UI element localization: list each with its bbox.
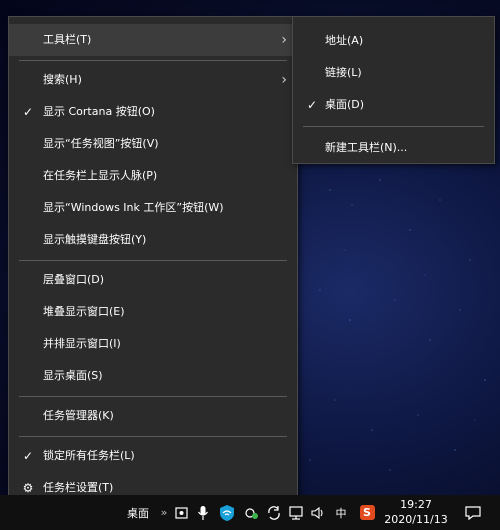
menu-separator (19, 395, 287, 397)
submenu-item-new-toolbar[interactable]: 新建工具栏(N)... (293, 132, 494, 164)
menu-item-label: 层叠窗口(D) (43, 273, 105, 286)
ime-s-glyph: S (359, 505, 375, 520)
menu-item-label: 锁定所有任务栏(L) (43, 449, 135, 462)
network-glyph (289, 505, 303, 520)
menu-item-show-ink[interactable]: 显示“Windows Ink 工作区”按钮(W) (9, 192, 297, 224)
menu-item-show-touch-keyboard[interactable]: 显示触摸键盘按钮(Y) (9, 224, 297, 256)
clock-date: 2020/11/13 (384, 513, 448, 526)
menu-item-label: 显示 Cortana 按钮(O) (43, 105, 155, 118)
toolbars-submenu: 地址(A) 链接(L) ✓ 桌面(D) 新建工具栏(N)... (292, 16, 495, 164)
chevron-right-icon: › (281, 72, 287, 88)
menu-item-label: 并排显示窗口(I) (43, 337, 121, 350)
menu-item-label: 新建工具栏(N)... (325, 141, 408, 154)
notification-icon (465, 505, 481, 520)
ime-brand-icon[interactable]: S (356, 495, 378, 530)
menu-item-show-people[interactable]: 在任务栏上显示人脉(P) (9, 160, 297, 192)
menu-separator (19, 435, 287, 437)
desktop-toolbar[interactable]: 桌面 (118, 495, 158, 530)
menu-item-label: 任务管理器(K) (43, 409, 114, 422)
update-glyph (268, 505, 280, 520)
menu-separator (19, 259, 287, 261)
menu-item-label: 显示触摸键盘按钮(Y) (43, 233, 147, 246)
tray-app-icon[interactable] (172, 495, 192, 530)
taskbar: 桌面 » 中 S 19:27 2020/11/13 (0, 495, 500, 530)
menu-item-label: 地址(A) (325, 34, 364, 47)
menu-item-side-by-side[interactable]: 并排显示窗口(I) (9, 328, 297, 360)
clock[interactable]: 19:27 2020/11/13 (381, 497, 451, 527)
menu-item-cascade[interactable]: 层叠窗口(D) (9, 264, 297, 296)
action-center-button[interactable] (458, 495, 488, 530)
volume-icon[interactable] (308, 495, 328, 530)
update-icon[interactable] (264, 495, 284, 530)
security-shield-icon[interactable] (214, 495, 240, 530)
network-icon[interactable] (286, 495, 306, 530)
ime-language-indicator[interactable]: 中 (330, 495, 352, 530)
checkmark-icon: ✓ (306, 98, 318, 112)
menu-separator (19, 59, 287, 61)
microphone-icon[interactable] (194, 495, 212, 530)
menu-item-label: 搜索(H) (43, 73, 82, 86)
menu-item-label: 工具栏(T) (43, 33, 92, 46)
chevron-right-icon: › (281, 32, 287, 48)
menu-item-show-desktop[interactable]: 显示桌面(S) (9, 360, 297, 392)
menu-item-search[interactable]: 搜索(H) › (9, 64, 297, 96)
menu-item-label: 链接(L) (325, 66, 362, 79)
ime-language-label: 中 (335, 506, 347, 520)
menu-item-toolbars[interactable]: 工具栏(T) › (9, 24, 297, 56)
checkmark-icon: ✓ (22, 449, 34, 463)
tray-status-icon[interactable] (242, 495, 262, 530)
checkmark-icon: ✓ (22, 105, 34, 119)
shield-glyph (220, 504, 234, 521)
menu-item-show-cortana[interactable]: ✓ 显示 Cortana 按钮(O) (9, 96, 297, 128)
menu-item-label: 桌面(D) (325, 98, 365, 111)
speaker-glyph (311, 506, 323, 519)
menu-item-lock-taskbars[interactable]: ✓ 锁定所有任务栏(L) (9, 440, 297, 472)
tray-status-glyph (245, 507, 258, 519)
menu-item-label: 显示“Windows Ink 工作区”按钮(W) (43, 201, 224, 214)
menu-separator (303, 126, 484, 127)
clock-time: 19:27 (400, 498, 432, 511)
submenu-item-links[interactable]: 链接(L) (293, 57, 494, 89)
menu-item-label: 显示“任务视图”按钮(V) (43, 137, 159, 150)
taskbar-context-menu: 工具栏(T) › 搜索(H) › ✓ 显示 Cortana 按钮(O) 显示“任… (8, 16, 298, 503)
submenu-item-desktop[interactable]: ✓ 桌面(D) (293, 89, 494, 121)
tray-app-icon-glyph (175, 506, 188, 519)
overflow-chevron-icon: » (160, 506, 168, 519)
menu-item-label: 任务栏设置(T) (43, 481, 114, 494)
toolbar-overflow-button[interactable]: » (158, 495, 170, 530)
desktop-toolbar-label: 桌面 (127, 506, 149, 520)
microphone-glyph (198, 505, 208, 520)
menu-item-label: 在任务栏上显示人脉(P) (43, 169, 158, 182)
menu-item-task-manager[interactable]: 任务管理器(K) (9, 400, 297, 432)
menu-item-label: 显示桌面(S) (43, 369, 103, 382)
submenu-item-address[interactable]: 地址(A) (293, 25, 494, 57)
menu-item-label: 堆叠显示窗口(E) (43, 305, 125, 318)
menu-item-stacked[interactable]: 堆叠显示窗口(E) (9, 296, 297, 328)
menu-item-show-task-view[interactable]: 显示“任务视图”按钮(V) (9, 128, 297, 160)
